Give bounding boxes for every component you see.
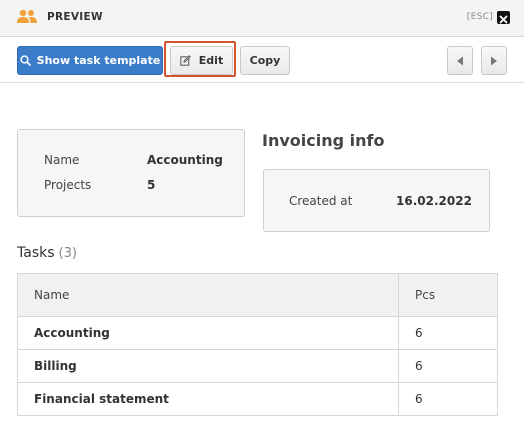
name-value: Accounting: [147, 153, 223, 167]
edit-label: Edit: [198, 54, 224, 67]
preview-header: PREVIEW [ESC]: [0, 0, 524, 37]
copy-label: Copy: [249, 54, 281, 67]
table-row[interactable]: Financial statement 6: [18, 382, 497, 415]
column-header-name[interactable]: Name: [34, 274, 69, 316]
details-card: Name Accounting Projects 5: [17, 129, 245, 217]
table-header-row: Name Pcs: [18, 274, 497, 316]
created-at-value: 16.02.2022: [396, 194, 472, 208]
task-name: Financial statement: [34, 392, 169, 406]
task-pcs: 6: [398, 383, 498, 415]
previous-button[interactable]: [447, 46, 473, 75]
users-icon: [17, 9, 37, 23]
projects-label: Projects: [44, 178, 92, 192]
tasks-title: Tasks: [17, 245, 55, 261]
task-pcs: 6: [398, 350, 498, 382]
close-icon[interactable]: [497, 11, 510, 24]
tasks-heading: Tasks (3): [17, 245, 77, 261]
show-task-template-button[interactable]: Show task template: [17, 46, 163, 75]
caret-left-icon: [457, 56, 463, 65]
invoicing-card: Created at 16.02.2022: [263, 169, 490, 232]
task-pcs: 6: [398, 317, 498, 349]
esc-hint: [ESC]: [466, 12, 493, 22]
page-title: PREVIEW: [47, 11, 103, 23]
copy-button[interactable]: Copy: [240, 46, 290, 75]
edit-icon: [180, 55, 191, 66]
caret-right-icon: [491, 56, 497, 65]
column-header-pcs[interactable]: Pcs: [398, 274, 498, 316]
next-button[interactable]: [481, 46, 507, 75]
task-name: Accounting: [34, 326, 110, 340]
tasks-count: (3): [58, 246, 77, 261]
task-name: Billing: [34, 359, 77, 373]
edit-button[interactable]: Edit: [170, 46, 233, 75]
name-label: Name: [44, 153, 80, 167]
table-row[interactable]: Billing 6: [18, 349, 497, 382]
show-task-template-label: Show task template: [36, 54, 161, 67]
projects-value: 5: [147, 178, 156, 192]
created-at-label: Created at: [289, 194, 353, 208]
invoicing-info-title: Invoicing info: [262, 131, 385, 150]
table-row[interactable]: Accounting 6: [18, 316, 497, 349]
search-icon: [20, 55, 31, 66]
tasks-table: Name Pcs Accounting 6 Billing 6 Financia…: [17, 273, 498, 416]
